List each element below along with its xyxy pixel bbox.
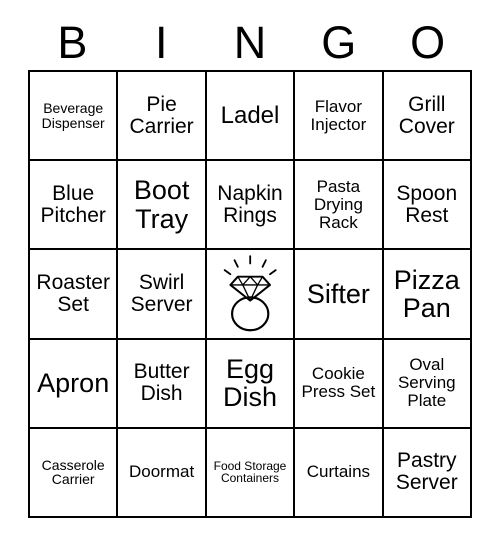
bingo-cell-label: Cookie Press Set xyxy=(301,364,376,402)
bingo-cell[interactable]: Doormat xyxy=(118,428,207,518)
bingo-cell[interactable]: Pizza Pan xyxy=(383,250,472,340)
bingo-cell-label: Grill Cover xyxy=(398,92,455,138)
bingo-cell-label: Apron xyxy=(37,368,110,399)
bingo-cell-label: Spoon Rest xyxy=(396,181,458,227)
bingo-cell[interactable]: Blue Pitcher xyxy=(30,161,119,251)
header-letter-g: G xyxy=(321,17,357,68)
bingo-cell-label: Curtains xyxy=(306,462,371,482)
bingo-cell-label: Sifter xyxy=(306,278,370,309)
header-letter-b: B xyxy=(57,17,88,68)
bingo-cell[interactable]: Oval Serving Plate xyxy=(383,339,472,429)
bingo-cell[interactable]: Butter Dish xyxy=(118,339,207,429)
bingo-cell[interactable]: Sifter xyxy=(295,250,384,340)
bingo-cell[interactable]: Beverage Dispenser xyxy=(30,72,119,162)
bingo-cell[interactable]: Pasta Drying Rack xyxy=(295,161,384,251)
bingo-cell[interactable]: Boot Tray xyxy=(118,161,207,251)
bingo-cell-label: Ladel xyxy=(220,102,280,129)
bingo-cell-label: Napkin Rings xyxy=(217,181,283,227)
bingo-cell-label: Pastry Server xyxy=(395,449,458,495)
bingo-header: B I N G O xyxy=(28,18,472,68)
bingo-cell[interactable]: Pie Carrier xyxy=(118,72,207,162)
header-letter-n: N xyxy=(233,17,267,68)
bingo-cell[interactable]: Napkin Rings xyxy=(206,161,296,251)
bingo-cell[interactable]: Grill Cover xyxy=(383,72,472,162)
bingo-cell[interactable]: Casserole Carrier xyxy=(30,428,119,518)
bingo-cell[interactable]: Egg Dish xyxy=(206,339,296,429)
bingo-cell[interactable]: Apron xyxy=(30,339,119,429)
bingo-cell[interactable]: Spoon Rest xyxy=(383,161,472,251)
bingo-cell[interactable]: Swirl Server xyxy=(118,250,207,340)
bingo-cell-label: Beverage Dispenser xyxy=(41,99,105,131)
bingo-cell-label: Flavor Injector xyxy=(310,96,367,134)
bingo-cell[interactable]: Flavor Injector xyxy=(295,72,384,162)
bingo-cell-label: Pie Carrier xyxy=(129,92,194,138)
bingo-cell[interactable]: Curtains xyxy=(295,428,384,518)
bingo-cell-label: Pizza Pan xyxy=(393,264,460,323)
bingo-cell[interactable]: Pastry Server xyxy=(383,428,472,518)
bingo-cell[interactable]: Cookie Press Set xyxy=(295,339,384,429)
bingo-grid: Beverage Dispenser Pie Carrier Ladel Fla… xyxy=(28,70,472,518)
bingo-card: B I N G O Beverage Dispenser Pie Carrier… xyxy=(0,0,500,544)
bingo-cell-label: Doormat xyxy=(129,462,195,482)
bingo-cell-label: Boot Tray xyxy=(133,175,190,234)
bingo-cell-label: Food Storage Containers xyxy=(213,458,287,486)
bingo-cell-label: Swirl Server xyxy=(130,270,193,316)
bingo-cell[interactable]: Roaster Set xyxy=(30,250,119,340)
bingo-cell[interactable]: Ladel xyxy=(206,72,296,162)
bingo-cell-label: Roaster Set xyxy=(36,270,110,316)
bingo-cell-label: Blue Pitcher xyxy=(40,181,106,227)
bingo-cell-label: Oval Serving Plate xyxy=(397,355,456,411)
bingo-cell-label: Butter Dish xyxy=(133,360,190,406)
bingo-cell[interactable]: Food Storage Containers xyxy=(206,428,296,518)
bingo-cell-label: Pasta Drying Rack xyxy=(313,177,363,232)
header-letter-i: I xyxy=(154,17,168,68)
bingo-free-space-cell[interactable] xyxy=(206,250,296,340)
bingo-cell-label: Egg Dish xyxy=(222,353,277,413)
header-letter-o: O xyxy=(410,17,446,68)
diamond-ring-icon xyxy=(223,255,277,332)
bingo-cell-label: Casserole Carrier xyxy=(41,456,105,488)
